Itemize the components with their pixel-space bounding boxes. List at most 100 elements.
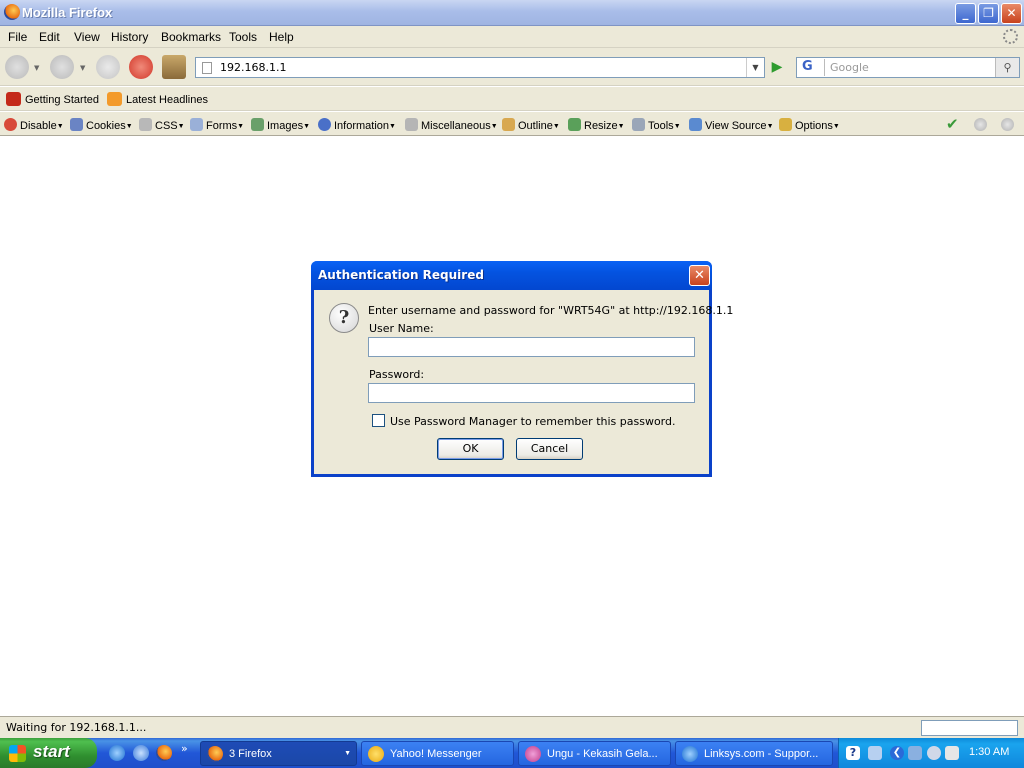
throbber-icon [1003, 29, 1018, 44]
css-status-icon[interactable] [974, 118, 987, 131]
maximize-button[interactable]: ❐ [978, 3, 999, 24]
resize-icon [568, 118, 581, 131]
search-icon[interactable]: ⚲ [995, 58, 1019, 77]
menu-tools[interactable]: Tools [229, 30, 257, 44]
window-titlebar[interactable]: Mozilla Firefox _ ❐ ✕ [0, 0, 1024, 26]
task-yahoo-messenger[interactable]: Yahoo! Messenger [361, 741, 514, 766]
go-button[interactable]: ▶ [767, 57, 787, 78]
ok-button[interactable]: OK [437, 438, 504, 460]
webdev-label: Tools [648, 120, 674, 132]
volume-icon[interactable] [927, 746, 941, 760]
bookmarks-toolbar: Getting Started Latest Headlines [0, 87, 1024, 111]
cookies-icon [70, 118, 83, 131]
search-placeholder[interactable]: Google [830, 61, 869, 74]
webdev-label: Outline [518, 120, 553, 132]
back-history-dropdown[interactable]: ▼ [34, 64, 39, 72]
quicklaunch-more-button[interactable]: » [181, 742, 188, 755]
outline-pencil-icon [502, 118, 515, 131]
url-bar[interactable]: 192.168.1.1 ▼ [195, 57, 765, 78]
dialog-close-button[interactable]: ✕ [689, 265, 710, 286]
webdev-resize[interactable]: Resize▼ [568, 118, 625, 132]
webdev-outline[interactable]: Outline▼ [502, 118, 560, 132]
progress-bar [921, 720, 1018, 736]
miscellaneous-icon [405, 118, 418, 131]
bookmark-getting-started[interactable]: Getting Started [6, 92, 99, 106]
webdev-css[interactable]: CSS▼ [139, 118, 185, 132]
start-label: start [33, 742, 70, 761]
css-icon [139, 118, 152, 131]
menu-edit[interactable]: Edit [39, 30, 60, 44]
back-arrow-icon[interactable] [5, 55, 29, 79]
keyboard-icon[interactable] [945, 746, 959, 760]
webdev-options[interactable]: Options▼ [779, 118, 840, 132]
close-window-button[interactable]: ✕ [1001, 3, 1022, 24]
authentication-dialog: Authentication Required ✕ ? Enter userna… [311, 261, 733, 477]
url-dropdown-button[interactable]: ▼ [746, 58, 764, 77]
home-icon[interactable] [162, 55, 186, 79]
minimize-button[interactable]: _ [955, 3, 976, 24]
cancel-button[interactable]: Cancel [516, 438, 583, 460]
username-field[interactable] [368, 337, 695, 357]
webdev-disable[interactable]: Disable▼ [4, 118, 64, 132]
bookmark-label: Getting Started [25, 94, 99, 106]
dialog-titlebar[interactable]: Authentication Required ✕ [311, 261, 712, 290]
images-icon [251, 118, 264, 131]
view-source-icon [689, 118, 702, 131]
menu-bookmarks[interactable]: Bookmarks [161, 30, 221, 44]
task-label: Ungu - Kekasih Gela... [547, 748, 658, 760]
webdev-view-source[interactable]: View Source▼ [689, 118, 774, 132]
status-bar: Waiting for 192.168.1.1... [0, 716, 1024, 738]
internet-explorer-icon[interactable] [109, 745, 125, 761]
menu-view[interactable]: View [74, 30, 100, 44]
task-firefox[interactable]: 3 Firefox ▼ [200, 741, 357, 766]
stop-icon[interactable] [129, 55, 153, 79]
url-text[interactable]: 192.168.1.1 [220, 61, 286, 74]
dropdown-arrow: ▼ [125, 123, 133, 130]
dropdown-arrow: ▼ [303, 123, 311, 130]
remember-password-checkbox[interactable] [372, 414, 385, 427]
menu-help[interactable]: Help [269, 30, 294, 44]
password-field[interactable] [368, 383, 695, 403]
webdev-label: CSS [155, 120, 178, 132]
dropdown-arrow: ▼ [56, 123, 64, 130]
network-icon[interactable] [908, 746, 922, 760]
webdev-cookies[interactable]: Cookies▼ [70, 118, 133, 132]
task-linksys-ie[interactable]: Linksys.com - Suppor... [675, 741, 833, 766]
yahoo-messenger-icon [368, 746, 384, 762]
menu-history[interactable]: History [111, 30, 148, 44]
validation-check-icon[interactable]: ✔ [946, 115, 959, 133]
webdev-forms[interactable]: Forms▼ [190, 118, 244, 132]
auth-message: Enter username and password for "WRT54G"… [368, 304, 734, 317]
outlook-express-icon[interactable] [133, 745, 149, 761]
task-group-arrow: ▼ [344, 750, 351, 757]
task-media-player[interactable]: Ungu - Kekasih Gela... [518, 741, 671, 766]
menu-file[interactable]: File [8, 30, 27, 44]
webdev-images[interactable]: Images▼ [251, 118, 310, 132]
bookmark-latest-headlines[interactable]: Latest Headlines [107, 92, 208, 106]
tray-app-icon[interactable] [868, 746, 882, 760]
show-hidden-icons-button[interactable]: ❮ [890, 746, 904, 760]
help-icon[interactable]: ? [846, 746, 860, 760]
search-box[interactable]: G Google ⚲ [796, 57, 1020, 78]
remember-password-label[interactable]: Use Password Manager to remember this pa… [390, 415, 675, 428]
forms-icon [190, 118, 203, 131]
webdev-label: Cookies [86, 120, 126, 132]
search-engine-icon[interactable]: G [799, 59, 825, 76]
media-player-icon [525, 746, 541, 762]
start-button[interactable]: start [0, 738, 97, 768]
webdev-miscellaneous[interactable]: Miscellaneous▼ [405, 118, 498, 132]
js-status-icon[interactable] [1001, 118, 1014, 131]
forward-history-dropdown[interactable]: ▼ [80, 64, 85, 72]
forward-arrow-icon[interactable] [50, 55, 74, 79]
disable-icon [4, 118, 17, 131]
webdev-label: View Source [705, 120, 767, 132]
reload-icon[interactable] [96, 55, 120, 79]
webdev-tools[interactable]: Tools▼ [632, 118, 681, 132]
firefox-quicklaunch-icon[interactable] [156, 745, 172, 761]
system-tray: ? ❮ 1:30 AM [838, 738, 1024, 768]
webdev-label: Miscellaneous [421, 120, 491, 132]
webdev-information[interactable]: Information▼ [318, 118, 396, 132]
username-label: User Name: [369, 322, 434, 335]
status-text: Waiting for 192.168.1.1... [6, 721, 147, 734]
question-icon: ? [329, 303, 359, 333]
